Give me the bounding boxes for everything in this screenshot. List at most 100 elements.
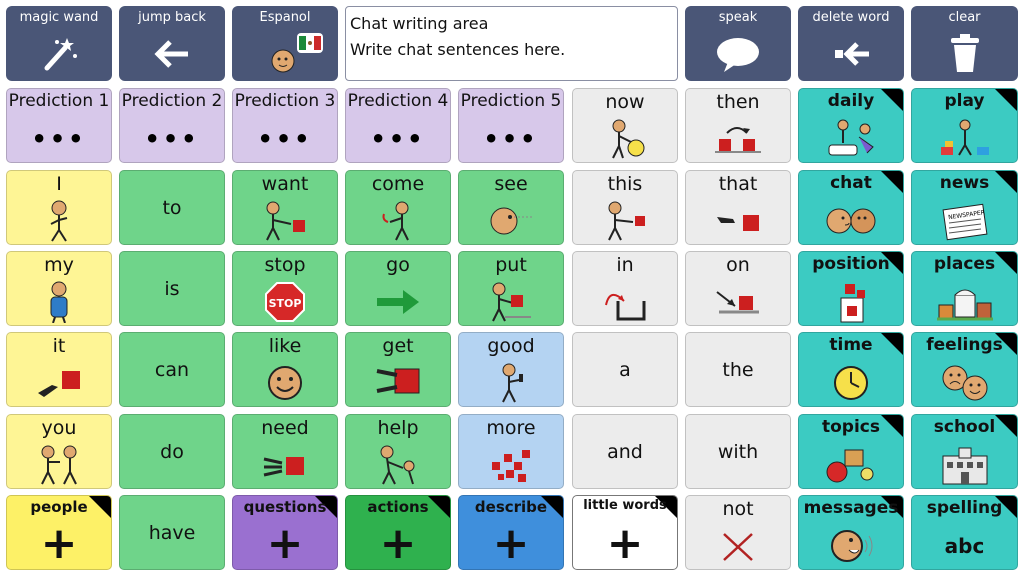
espanol-button[interactable]: Espanol [232,6,338,81]
word-with[interactable]: with [685,414,791,489]
onto-surface-icon [686,280,790,324]
word-now[interactable]: now [572,88,678,163]
word-you[interactable]: you [6,414,112,489]
word-my[interactable]: my [6,251,112,326]
magic-wand-label: magic wand [19,10,99,25]
category-label: feelings [926,335,1003,355]
category-daily[interactable]: daily [798,88,904,163]
word-have[interactable]: have [119,495,225,570]
into-container-icon [573,280,677,324]
word-and[interactable]: and [572,414,678,489]
chat-placeholder: Write chat sentences here. [350,40,566,59]
word-label: see [494,173,528,195]
prediction-label: Prediction 2 [121,91,223,111]
word-not[interactable]: not [685,495,791,570]
person-come-icon [346,199,450,243]
word-label: and [607,440,643,463]
word-want[interactable]: want [232,170,338,245]
word-label: more [486,417,536,439]
two-people-icon [7,443,111,487]
word-need[interactable]: need [232,414,338,489]
word-label: stop [264,254,306,276]
plus-icon: + [492,518,530,569]
word-label: can [154,358,190,381]
category-time[interactable]: time [798,332,904,407]
category-describe[interactable]: describe + [458,495,564,570]
category-label: chat [830,173,872,193]
category-topics[interactable]: topics [798,414,904,489]
prediction-1[interactable]: Prediction 1 ••• [6,88,112,163]
prediction-label: Prediction 5 [460,91,562,111]
word-go[interactable]: go [345,251,451,326]
word-put[interactable]: put [458,251,564,326]
arrow-left-icon [119,32,225,76]
category-news[interactable]: news NEWSPAPER [911,170,1018,245]
word-stop[interactable]: stop STOP [232,251,338,326]
magic-wand-button[interactable]: magic wand [6,6,112,81]
word-label: I [56,173,62,195]
category-play[interactable]: play [911,88,1018,163]
word-label: have [148,521,196,544]
category-messages[interactable]: messages [798,495,904,570]
newspaper-icon: NEWSPAPER [912,199,1017,243]
category-chat[interactable]: chat [798,170,904,245]
word-good[interactable]: good [458,332,564,407]
word-label: then [716,91,760,113]
word-label: this [607,173,643,195]
word-label: go [386,254,410,276]
category-little-words[interactable]: little words + [572,495,678,570]
word-get[interactable]: get [345,332,451,407]
word-help[interactable]: help [345,414,451,489]
category-actions[interactable]: actions + [345,495,451,570]
word-label: that [718,173,758,195]
chat-title: Chat writing area [350,14,489,33]
word-then[interactable]: then [685,88,791,163]
category-label: questions [243,498,327,516]
word-it[interactable]: it [6,332,112,407]
word-on[interactable]: on [685,251,791,326]
word-label: put [495,254,527,276]
prediction-4[interactable]: Prediction 4 ••• [345,88,451,163]
category-places[interactable]: places [911,251,1018,326]
word-that[interactable]: that [685,170,791,245]
stop-sign-text: STOP [269,297,302,310]
word-is[interactable]: is [119,251,225,326]
prediction-dots: ••• [31,125,87,153]
word-i[interactable]: I [6,170,112,245]
category-spelling[interactable]: spelling abc [911,495,1018,570]
word-label: a [619,358,631,381]
word-like[interactable]: like [232,332,338,407]
speak-button[interactable]: speak [685,6,791,81]
prediction-2[interactable]: Prediction 2 ••• [119,88,225,163]
category-feelings[interactable]: feelings [911,332,1018,407]
prediction-3[interactable]: Prediction 3 ••• [232,88,338,163]
word-more[interactable]: more [458,414,564,489]
category-label: time [829,335,873,355]
clear-button[interactable]: clear [911,6,1018,81]
word-label: come [371,173,425,195]
word-see[interactable]: see [458,170,564,245]
category-label: little words [583,498,667,513]
prediction-5[interactable]: Prediction 5 ••• [458,88,564,163]
word-can[interactable]: can [119,332,225,407]
person-point-near-icon [573,199,677,243]
chat-writing-area[interactable]: Chat writing area Write chat sentences h… [345,6,678,81]
word-a[interactable]: a [572,332,678,407]
word-do[interactable]: do [119,414,225,489]
word-to[interactable]: to [119,170,225,245]
word-the[interactable]: the [685,332,791,407]
prediction-label: Prediction 1 [8,91,110,111]
word-come[interactable]: come [345,170,451,245]
category-school[interactable]: school [911,414,1018,489]
jump-back-button[interactable]: jump back [119,6,225,81]
word-in[interactable]: in [572,251,678,326]
delete-word-button[interactable]: delete word [798,6,904,81]
category-people[interactable]: people + [6,495,112,570]
magic-wand-icon [6,32,112,76]
word-label: good [487,335,535,357]
category-position[interactable]: position [798,251,904,326]
word-this[interactable]: this [572,170,678,245]
box-position-icon [799,280,903,324]
feeling-faces-icon [912,361,1017,405]
category-questions[interactable]: questions + [232,495,338,570]
